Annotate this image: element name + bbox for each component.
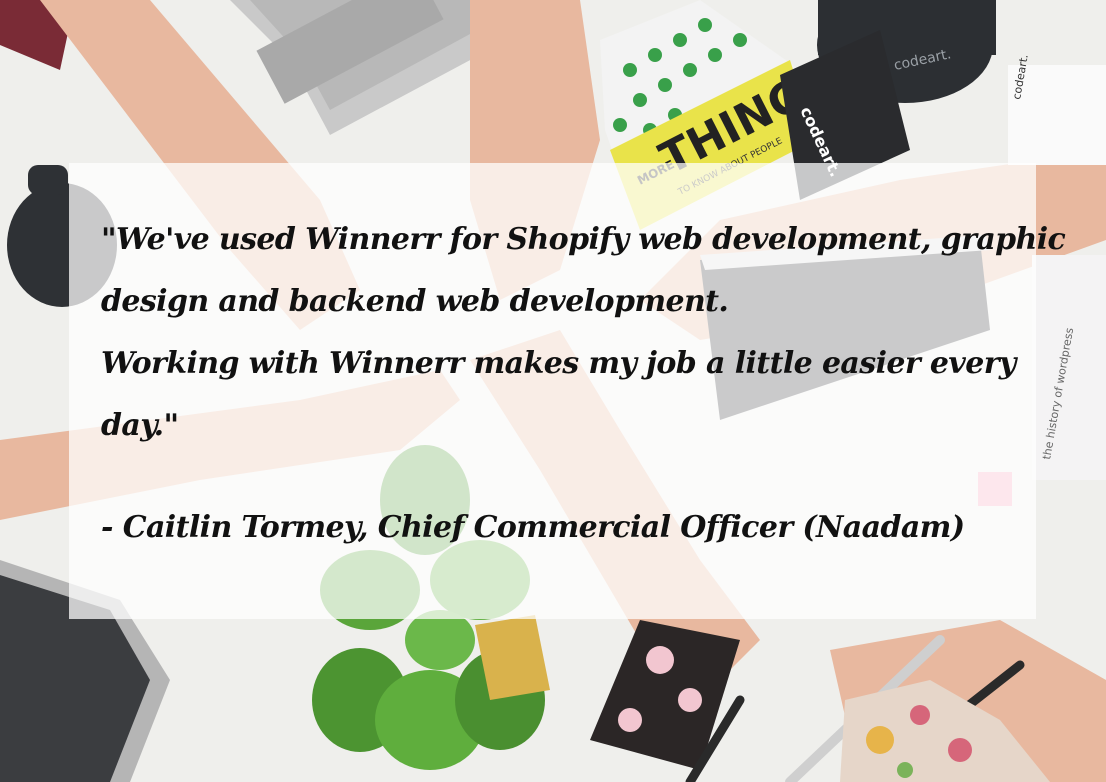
quote-line: "We've used Winnerr for Shopify web deve… — [101, 222, 1066, 257]
quote-line: day." — [101, 408, 179, 443]
testimonial-quote: "We've used Winnerr for Shopify web deve… — [101, 209, 1066, 457]
testimonial-card: "We've used Winnerr for Shopify web deve… — [69, 163, 1066, 619]
testimonial-hero: codeart. MORE THINGS TO KNOW ABOUT PEOPL… — [0, 0, 1106, 782]
testimonial-attribution: - Caitlin Tormey, Chief Commercial Offic… — [101, 510, 965, 545]
quote-line: design and backend web development. — [101, 284, 729, 319]
quote-line: Working with Winnerr makes my job a litt… — [101, 346, 1016, 381]
